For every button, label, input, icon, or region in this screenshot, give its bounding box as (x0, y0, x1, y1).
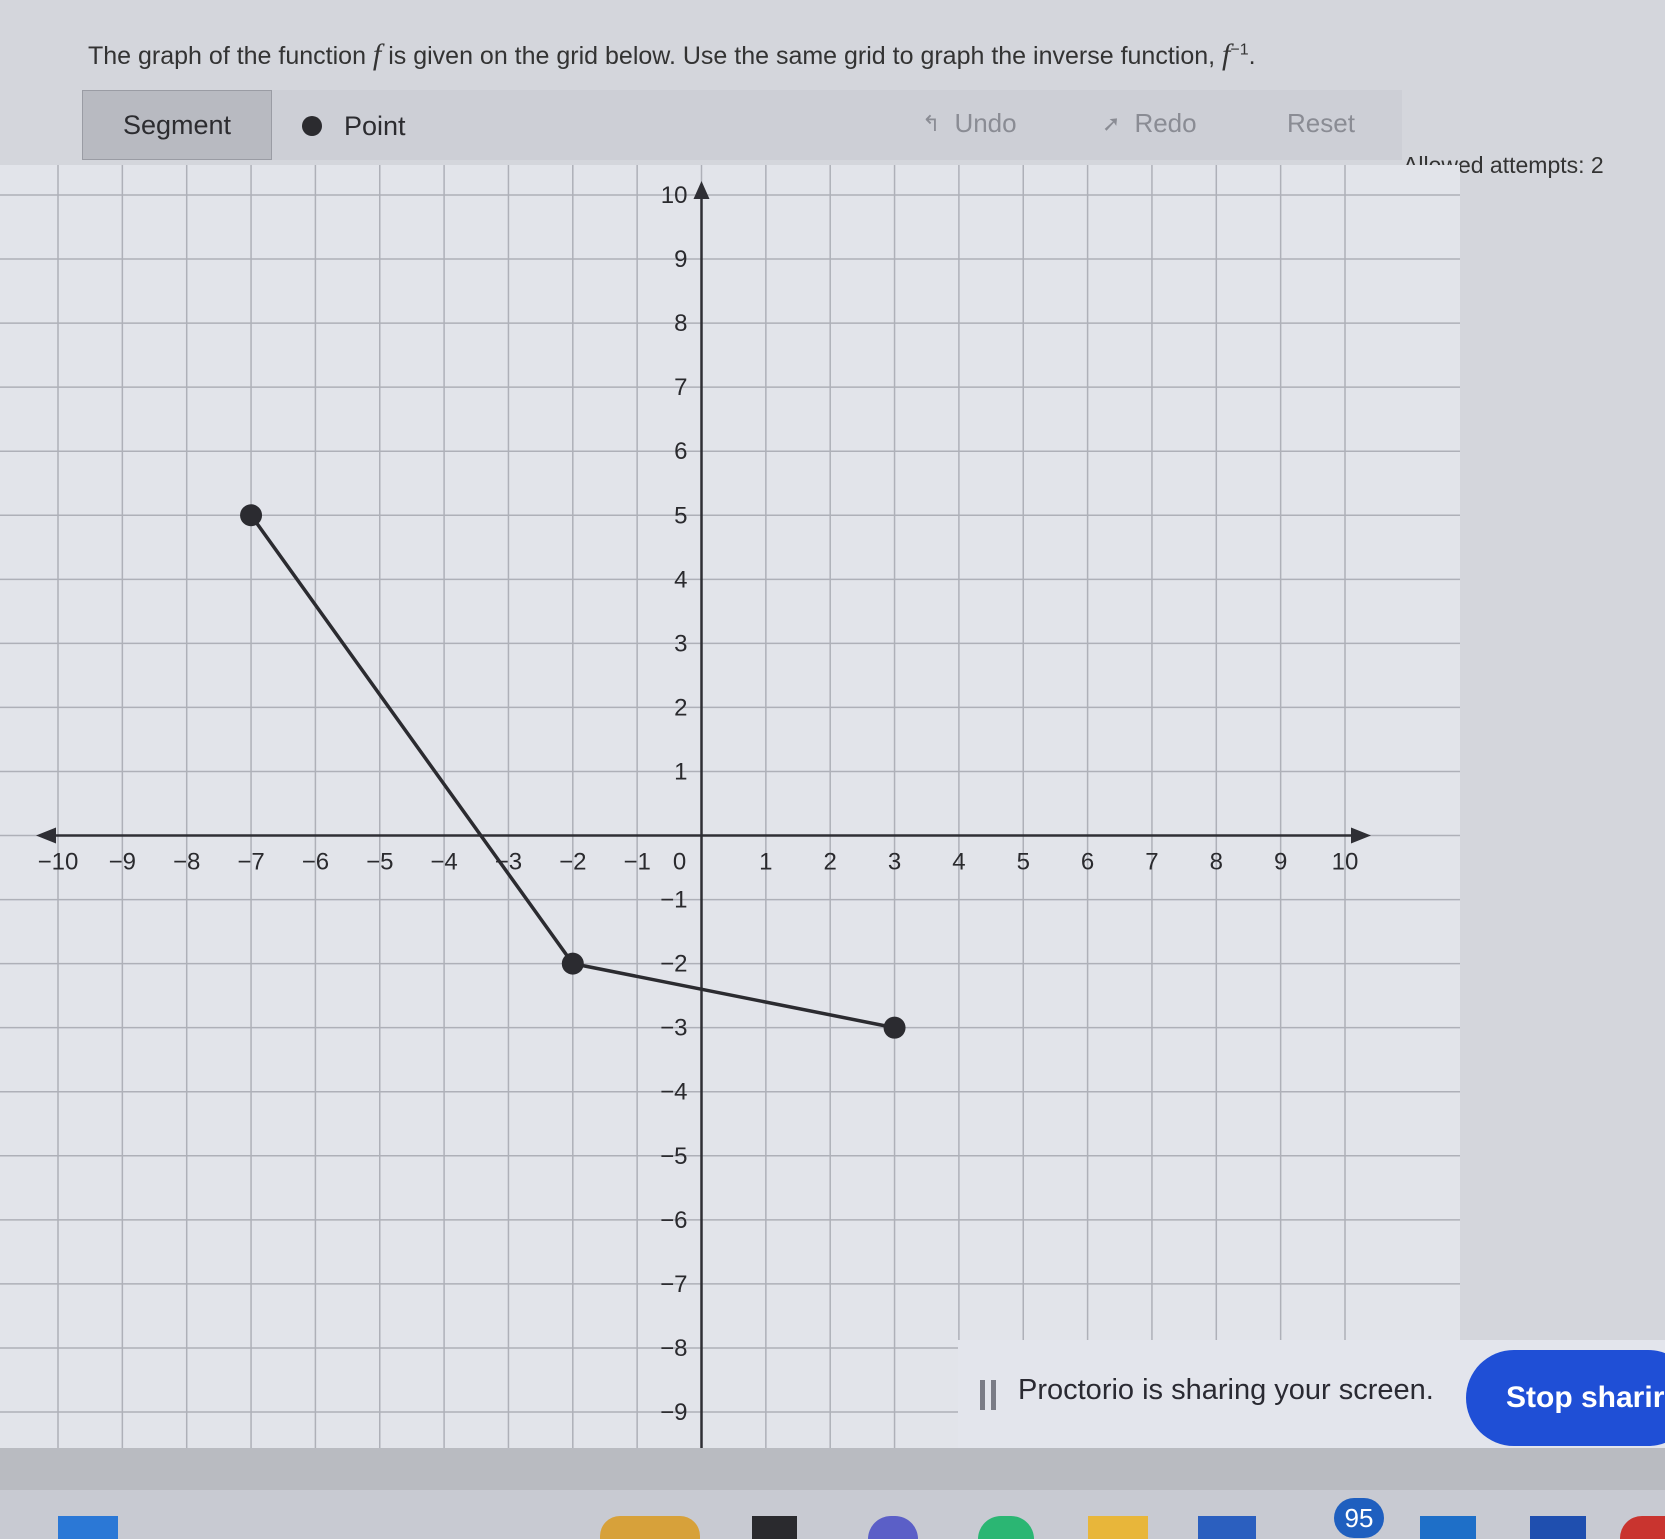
store-icon[interactable] (1198, 1516, 1256, 1539)
y-tick-label: −1 (660, 887, 687, 914)
question-part-2: is given on the grid below. Use the same… (381, 42, 1223, 70)
question-part-1: The graph of the function (88, 42, 373, 70)
x-tick-label: −6 (302, 849, 329, 876)
y-tick-label: 6 (674, 438, 687, 465)
graph-point (240, 504, 263, 527)
x-tick-label: −7 (237, 849, 264, 876)
x-tick-label: −9 (109, 849, 136, 876)
redo-label: Redo (1134, 108, 1197, 138)
graph-point (883, 1016, 906, 1039)
x-tick-label: −8 (173, 849, 200, 876)
question-end: . (1248, 42, 1256, 70)
mail-icon[interactable] (1420, 1516, 1476, 1539)
y-tick-label: −6 (660, 1207, 687, 1234)
graph-grid[interactable]: −10 −9 −8 −7 −6 −5 −4 −3 −2 −1 1 2 3 4 5 6 7 8 9 10 0 10 9 8 7 6 5… (0, 165, 1460, 1450)
y-tick-label: 9 (674, 246, 687, 273)
screen-bezel (0, 1448, 1665, 1490)
widgets-icon[interactable] (600, 1516, 700, 1539)
x-tick-label: −4 (430, 849, 457, 876)
y-tick-label: 3 (674, 630, 687, 657)
y-tick-label: −9 (660, 1399, 687, 1426)
app-icon[interactable] (752, 1516, 797, 1539)
y-tick-label: 1 (674, 758, 687, 785)
x-tick-label: 2 (824, 849, 837, 876)
point-tool-button[interactable]: Point (302, 104, 406, 148)
undo-arrow-icon: ↰ (922, 110, 941, 136)
undo-label: Undo (954, 108, 1017, 138)
x-tick-label: 7 (1145, 849, 1158, 876)
x-tick-label: −5 (366, 849, 393, 876)
y-tick-label: 5 (674, 502, 687, 529)
y-tick-label: 2 (674, 694, 687, 721)
point-tool-label: Point (344, 110, 406, 141)
proctorio-message: Proctorio is sharing your screen. (1018, 1374, 1434, 1406)
notification-badge[interactable]: 95 (1334, 1498, 1384, 1538)
pause-icon (980, 1380, 998, 1410)
taskbar (0, 1490, 1665, 1539)
origin-label: 0 (673, 849, 686, 876)
y-tick-label: 8 (674, 310, 687, 337)
y-tick-label: 4 (674, 566, 687, 593)
x-tick-label: 4 (952, 849, 965, 876)
x-tick-label: 8 (1210, 849, 1223, 876)
undo-button[interactable]: ↰ Undo (922, 108, 1017, 139)
y-tick-label: 10 (661, 182, 688, 209)
graph-toolbar: Segment Point ↰ Undo ➚ Redo Reset (82, 90, 1402, 160)
y-tick-label: −4 (660, 1079, 687, 1106)
proctorio-banner: Proctorio is sharing your screen. Stop s… (958, 1340, 1665, 1460)
question-text: The graph of the function f is given on … (88, 38, 1256, 72)
inverse-exponent: −1 (1230, 41, 1249, 59)
y-tick-label: −5 (660, 1143, 687, 1170)
x-tick-label: 5 (1017, 849, 1030, 876)
x-tick-label: 6 (1081, 849, 1094, 876)
redo-button[interactable]: ➚ Redo (1102, 108, 1197, 139)
y-tick-label: −3 (660, 1015, 687, 1042)
word-icon[interactable] (1530, 1516, 1586, 1539)
graph-background (0, 165, 1460, 1450)
x-tick-label: −10 (38, 849, 79, 876)
start-icon[interactable] (58, 1516, 118, 1539)
graph-point (561, 952, 584, 975)
reset-label: Reset (1287, 108, 1355, 138)
x-tick-label: 10 (1332, 849, 1359, 876)
redo-arrow-icon: ➚ (1102, 110, 1121, 136)
y-tick-label: 7 (674, 374, 687, 401)
x-tick-label: 1 (759, 849, 772, 876)
segment-tool-button[interactable]: Segment (82, 90, 272, 160)
x-tick-label: −2 (559, 849, 586, 876)
y-tick-label: −7 (660, 1271, 687, 1298)
reset-button[interactable]: Reset (1287, 108, 1355, 139)
x-tick-label: 9 (1274, 849, 1287, 876)
folder-icon[interactable] (1088, 1516, 1148, 1539)
x-tick-label: 3 (888, 849, 901, 876)
x-tick-label: −1 (623, 849, 650, 876)
y-tick-label: −2 (660, 951, 687, 978)
function-symbol: f (372, 38, 382, 71)
stop-sharing-button[interactable]: Stop sharir (1466, 1350, 1665, 1446)
y-tick-label: −8 (660, 1335, 687, 1362)
point-dot-icon (302, 116, 322, 136)
